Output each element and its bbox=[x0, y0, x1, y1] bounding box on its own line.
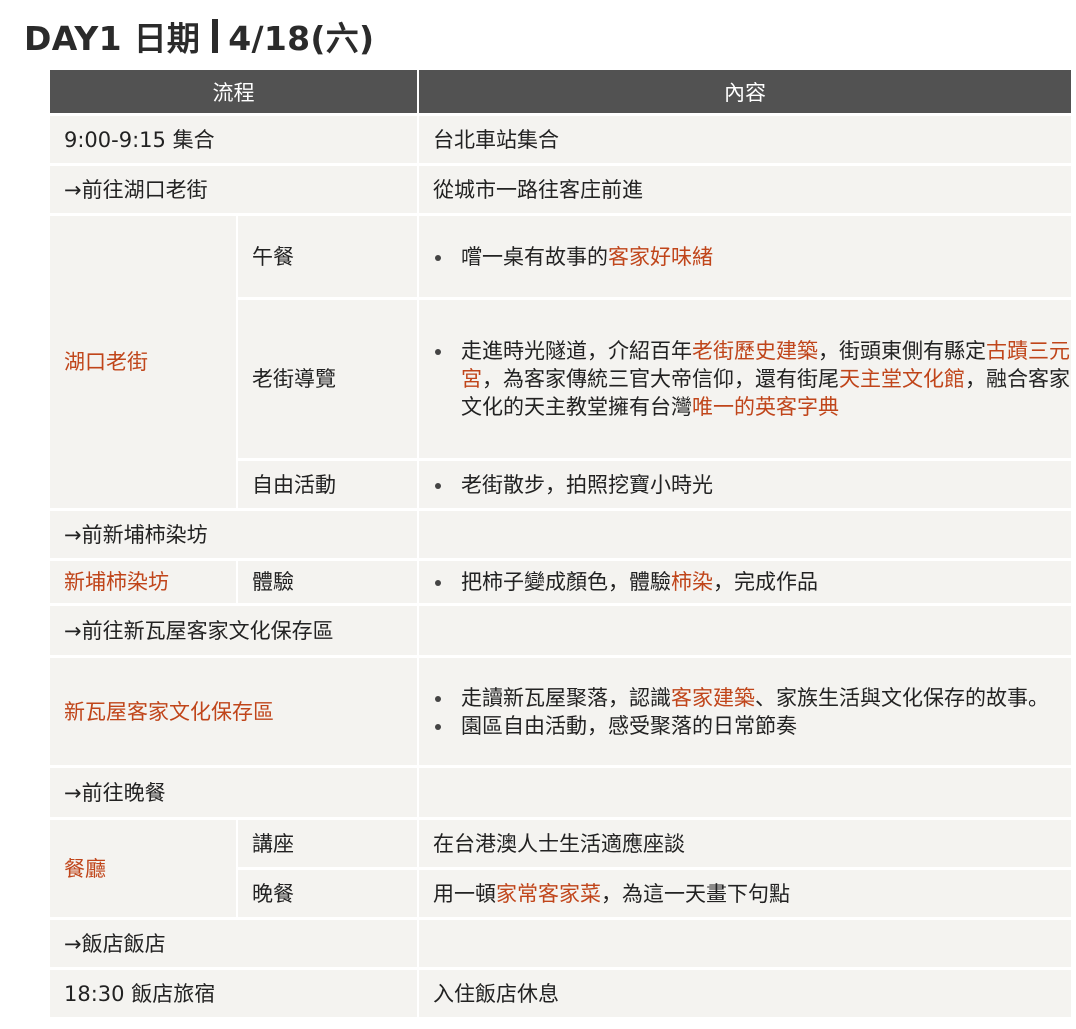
list-item: 嚐一桌有故事的客家好味緒 bbox=[433, 243, 1071, 271]
content-cell: 入住飯店休息 bbox=[419, 970, 1071, 1020]
table-row: 新瓦屋客家文化保存區 走讀新瓦屋聚落，認識客家建築、家族生活與文化保存的故事。 … bbox=[50, 658, 1071, 768]
flow-cell: 9:00-9:15 集合 bbox=[50, 116, 419, 166]
list-item: 走進時光隧道，介紹百年老街歷史建築，街頭東側有縣定古蹟三元宮，為客家傳統三官大帝… bbox=[433, 337, 1071, 421]
list-item: 老街散步，拍照挖寶小時光 bbox=[433, 471, 1071, 499]
table-row: 湖口老街 午餐 嚐一桌有故事的客家好味緒 bbox=[50, 216, 1071, 511]
content-cell: 嚐一桌有故事的客家好味緒 bbox=[419, 216, 1071, 300]
table-row: →前往湖口老街 從城市一路往客庄前進 bbox=[50, 166, 1071, 216]
content-cell: 走讀新瓦屋聚落，認識客家建築、家族生活與文化保存的故事。 園區自由活動，感受聚落… bbox=[419, 658, 1071, 768]
list-item: 園區自由活動，感受聚落的日常節奏 bbox=[433, 712, 1071, 740]
table-row: →前往新瓦屋客家文化保存區 bbox=[50, 606, 1071, 658]
activity-cell: 講座 bbox=[238, 820, 419, 870]
activity-cell: 晚餐 bbox=[238, 870, 419, 920]
table-row: 18:30 飯店旅宿 入住飯店休息 bbox=[50, 970, 1071, 1020]
activity-cell: 老街導覽 bbox=[238, 300, 419, 461]
flow-cell: 18:30 飯店旅宿 bbox=[50, 970, 419, 1020]
bullet-list: 走讀新瓦屋聚落，認識客家建築、家族生活與文化保存的故事。 園區自由活動，感受聚落… bbox=[433, 684, 1071, 740]
page-title: DAY1 日期 4/18(六) bbox=[24, 14, 374, 58]
content-cell bbox=[419, 768, 1071, 820]
flow-cell: →前往湖口老街 bbox=[50, 166, 419, 216]
content-cell: 在台港澳人士生活適應座談 bbox=[419, 820, 1071, 870]
table-row: 新埔柿染坊 體驗 把柿子變成顏色，體驗柿染，完成作品 bbox=[50, 561, 1071, 606]
content-cell: 走進時光隧道，介紹百年老街歷史建築，街頭東側有縣定古蹟三元宮，為客家傳統三官大帝… bbox=[419, 300, 1071, 461]
location-cell: 餐廳 bbox=[50, 820, 238, 920]
flow-cell: →前新埔柿染坊 bbox=[50, 511, 419, 561]
table-row: →前往晚餐 bbox=[50, 768, 1071, 820]
flow-cell: →前往晚餐 bbox=[50, 768, 419, 820]
activity-cell: 午餐 bbox=[238, 216, 419, 300]
header-flow: 流程 bbox=[50, 70, 419, 116]
flow-cell: →前往新瓦屋客家文化保存區 bbox=[50, 606, 419, 658]
bullet-list: 嚐一桌有故事的客家好味緒 bbox=[433, 243, 1071, 271]
content-cell: 用一頓家常客家菜，為這一天畫下句點 bbox=[419, 870, 1071, 920]
table-row: →飯店飯店 bbox=[50, 920, 1071, 970]
activity-cell: 自由活動 bbox=[238, 461, 419, 511]
date-label: 4/18(六) bbox=[228, 19, 375, 58]
list-item: 把柿子變成顏色，體驗柿染，完成作品 bbox=[433, 568, 1071, 596]
bullet-list: 走進時光隧道，介紹百年老街歷史建築，街頭東側有縣定古蹟三元宮，為客家傳統三官大帝… bbox=[433, 337, 1071, 421]
content-cell bbox=[419, 606, 1071, 658]
location-cell: 新埔柿染坊 bbox=[50, 561, 238, 606]
location-cell: 湖口老街 bbox=[50, 216, 238, 511]
table-row: →前新埔柿染坊 bbox=[50, 511, 1071, 561]
list-item: 走讀新瓦屋聚落，認識客家建築、家族生活與文化保存的故事。 bbox=[433, 684, 1071, 712]
activity-cell: 體驗 bbox=[238, 561, 419, 606]
location-cell: 新瓦屋客家文化保存區 bbox=[50, 658, 419, 768]
content-cell: 台北車站集合 bbox=[419, 116, 1071, 166]
header-content: 內容 bbox=[419, 70, 1071, 116]
content-cell: 從城市一路往客庄前進 bbox=[419, 166, 1071, 216]
table-row: 9:00-9:15 集合 台北車站集合 bbox=[50, 116, 1071, 166]
content-cell bbox=[419, 920, 1071, 970]
content-cell: 把柿子變成顏色，體驗柿染，完成作品 bbox=[419, 561, 1071, 606]
title-divider bbox=[212, 19, 219, 53]
bullet-list: 老街散步，拍照挖寶小時光 bbox=[433, 471, 1071, 499]
table-row: 餐廳 講座 在台港澳人士生活適應座談 bbox=[50, 820, 1071, 920]
day-label: DAY1 日期 bbox=[24, 19, 201, 58]
flow-cell: →飯店飯店 bbox=[50, 920, 419, 970]
bullet-list: 把柿子變成顏色，體驗柿染，完成作品 bbox=[433, 568, 1071, 596]
table-header-row: 流程 內容 bbox=[50, 70, 1071, 116]
content-cell bbox=[419, 511, 1071, 561]
content-cell: 老街散步，拍照挖寶小時光 bbox=[419, 461, 1071, 511]
schedule-table: 流程 內容 9:00-9:15 集合 台北車站集合 →前往湖口老街 從城市一路往… bbox=[50, 70, 1071, 1020]
